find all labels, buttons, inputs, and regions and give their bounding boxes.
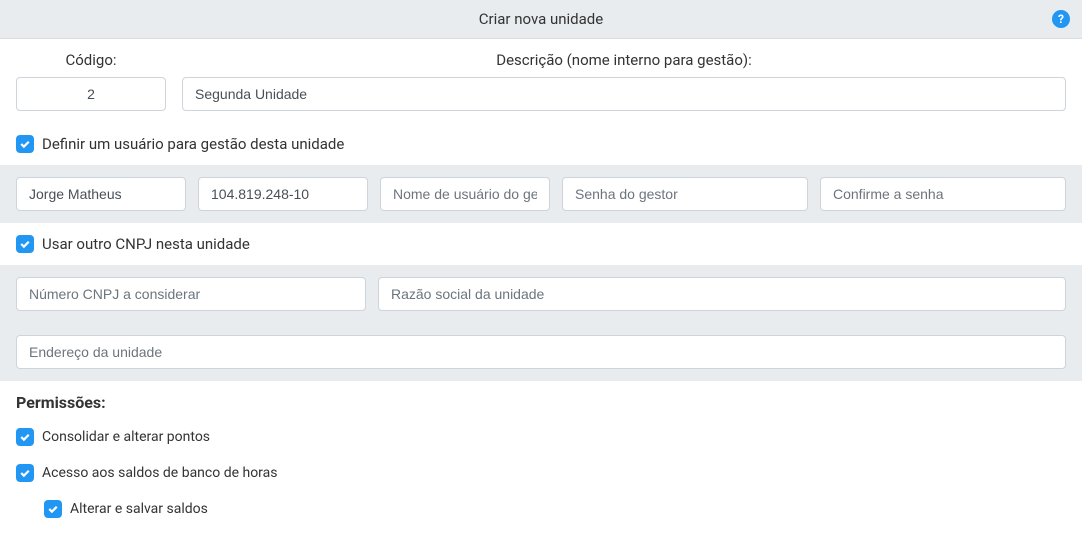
descricao-input[interactable] bbox=[182, 77, 1066, 111]
manager-username-input[interactable] bbox=[380, 177, 550, 211]
manager-cpf-input[interactable] bbox=[198, 177, 368, 211]
permissions-title: Permissões: bbox=[16, 393, 1066, 412]
perm-alterar-saldos-label: Alterar e salvar saldos bbox=[70, 501, 208, 517]
perm-acesso-saldos-label: Acesso aos saldos de banco de horas bbox=[42, 465, 278, 481]
address-input[interactable] bbox=[16, 335, 1066, 369]
perm-acesso-saldos-checkbox[interactable] bbox=[16, 464, 34, 482]
perm-consolidar-label: Consolidar e alterar pontos bbox=[42, 429, 210, 445]
use-cnpj-checkbox[interactable] bbox=[16, 235, 34, 253]
manager-name-input[interactable] bbox=[16, 177, 186, 211]
use-cnpj-label: Usar outro CNPJ nesta unidade bbox=[42, 235, 250, 253]
help-icon[interactable]: ? bbox=[1052, 10, 1070, 28]
perm-alterar-saldos-checkbox[interactable] bbox=[44, 500, 62, 518]
define-user-label: Definir um usuário para gestão desta uni… bbox=[42, 135, 344, 153]
codigo-label: Código: bbox=[16, 51, 166, 69]
razao-social-input[interactable] bbox=[378, 277, 1066, 311]
dialog-header: Criar nova unidade ? bbox=[0, 0, 1082, 39]
manager-password-input[interactable] bbox=[562, 177, 808, 211]
descricao-label: Descrição (nome interno para gestão): bbox=[182, 51, 1066, 69]
define-user-checkbox[interactable] bbox=[16, 135, 34, 153]
cnpj-number-input[interactable] bbox=[16, 277, 366, 311]
dialog-title: Criar nova unidade bbox=[479, 10, 603, 28]
perm-consolidar-checkbox[interactable] bbox=[16, 428, 34, 446]
codigo-input[interactable] bbox=[16, 77, 166, 111]
manager-confirm-password-input[interactable] bbox=[820, 177, 1066, 211]
